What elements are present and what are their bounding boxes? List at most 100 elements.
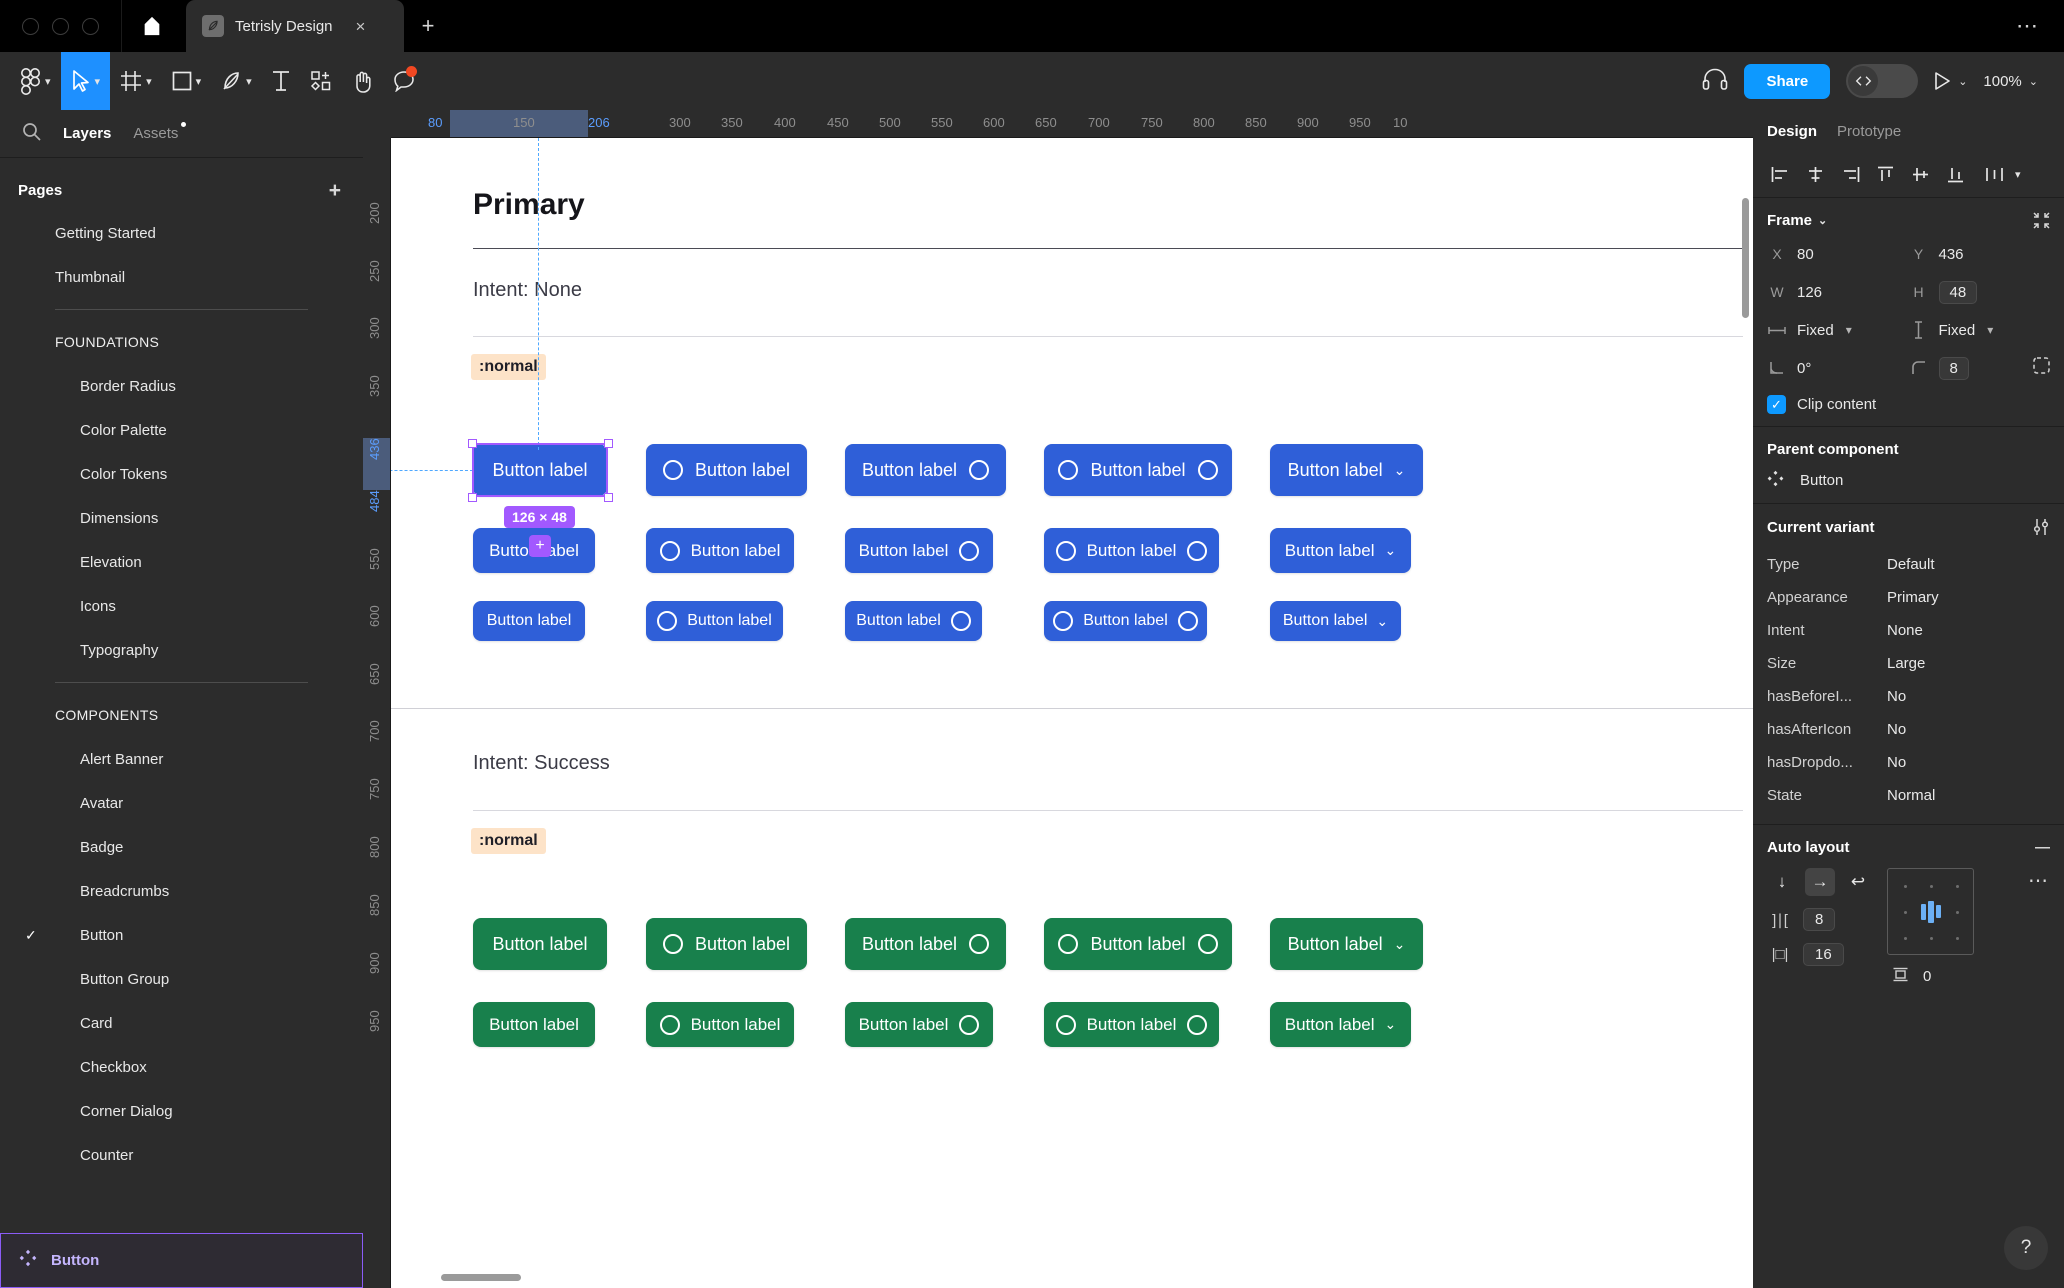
horizontal-resize-field[interactable]: Fixed ▾ <box>1767 317 1909 343</box>
button-success-large-both-icons[interactable]: Button label <box>1044 918 1232 970</box>
zoom-control[interactable]: 100% ⌄ <box>1983 73 2038 90</box>
collapse-icon[interactable] <box>2033 212 2050 229</box>
variant-property-row[interactable]: Size Large <box>1767 647 2050 680</box>
figma-menu-button[interactable]: ▾ <box>0 52 61 110</box>
auto-layout-alignment-picker[interactable]: 0 <box>1887 868 1974 986</box>
close-window-button[interactable] <box>22 17 39 35</box>
vertical-scrollbar[interactable] <box>1742 198 1749 318</box>
vertical-resize-field[interactable]: Fixed ▾ <box>1909 317 2051 343</box>
variant-property-row[interactable]: Appearance Primary <box>1767 581 2050 614</box>
vertical-padding-field[interactable]: 0 <box>1887 967 1974 986</box>
sidebar-item-border-radius[interactable]: Border Radius <box>0 364 363 408</box>
button-primary-small-before-icon[interactable]: Button label <box>646 601 783 641</box>
sidebar-item-button[interactable]: ✓ Button <box>0 913 363 957</box>
corner-radius-field[interactable]: 8 <box>1909 355 2051 381</box>
variant-property-row[interactable]: State Normal <box>1767 779 2050 812</box>
alignment-grid[interactable] <box>1887 868 1974 955</box>
sidebar-item-breadcrumbs[interactable]: Breadcrumbs <box>0 869 363 913</box>
search-icon[interactable] <box>22 122 41 146</box>
sidebar-item-alert-banner[interactable]: Alert Banner <box>0 737 363 781</box>
variant-property-row[interactable]: hasAfterIcon No <box>1767 713 2050 746</box>
tab-prototype[interactable]: Prototype <box>1837 123 1901 140</box>
align-right-icon[interactable] <box>1835 160 1865 190</box>
width-field[interactable]: W 126 <box>1767 279 1909 305</box>
parent-component-row[interactable]: Button <box>1767 470 2050 491</box>
sidebar-item-color-tokens[interactable]: Color Tokens <box>0 452 363 496</box>
window-traffic-lights[interactable] <box>0 17 99 35</box>
align-vertical-center-icon[interactable] <box>1905 160 1935 190</box>
distribute-icon[interactable] <box>1979 160 2009 190</box>
resize-handle-top-right[interactable] <box>604 439 613 448</box>
button-primary-large-before-icon[interactable]: Button label <box>646 444 807 496</box>
pen-tool-button[interactable]: ▾ <box>211 52 262 110</box>
actions-button[interactable] <box>300 52 342 110</box>
variant-settings-icon[interactable] <box>2032 518 2050 536</box>
button-primary-small-default[interactable]: Button label <box>473 601 585 641</box>
tab-design[interactable]: Design <box>1767 123 1817 140</box>
sidebar-item-counter[interactable]: Counter <box>0 1133 363 1177</box>
button-success-large-default[interactable]: Button label <box>473 918 607 970</box>
clip-content-row[interactable]: ✓ Clip content <box>1767 395 2050 414</box>
tab-layers[interactable]: Layers <box>63 125 111 142</box>
auto-layout-more-button[interactable]: ⋯ <box>2028 868 2050 893</box>
resize-handle-bottom-right[interactable] <box>604 493 613 502</box>
button-success-medium-default[interactable]: Button label <box>473 1002 595 1047</box>
variant-property-row[interactable]: Type Default <box>1767 548 2050 581</box>
chevron-down-icon[interactable]: ▾ <box>2015 168 2021 181</box>
resize-handle-top-left[interactable] <box>468 439 477 448</box>
share-button[interactable]: Share <box>1744 63 1831 99</box>
align-bottom-icon[interactable] <box>1940 160 1970 190</box>
move-tool-button[interactable]: ▾ <box>60 52 111 110</box>
canvas-area[interactable]: 80 150 206 300 350 400 450 500 550 600 650 700 750 80… <box>363 110 1753 1288</box>
sidebar-item-corner-dialog[interactable]: Corner Dialog <box>0 1089 363 1133</box>
button-primary-medium-both-icons[interactable]: Button label <box>1044 528 1219 573</box>
design-page[interactable]: Primary Intent: None :normal Button labe… <box>391 138 1753 1288</box>
independent-corners-icon[interactable] <box>2033 357 2050 379</box>
sidebar-item-elevation[interactable]: Elevation <box>0 540 363 584</box>
align-horizontal-center-icon[interactable] <box>1800 160 1830 190</box>
direction-wrap-button[interactable]: ↩ <box>1843 868 1873 896</box>
height-field[interactable]: H 48 <box>1909 279 2051 305</box>
button-primary-medium-dropdown[interactable]: Button label ⌄ <box>1270 528 1411 573</box>
horizontal-padding-field[interactable]: |□| 16 <box>1767 943 1873 966</box>
button-primary-medium-before-icon[interactable]: Button label <box>646 528 794 573</box>
direction-horizontal-button[interactable]: → <box>1805 868 1835 896</box>
sidebar-item-checkbox[interactable]: Checkbox <box>0 1045 363 1089</box>
window-menu-button[interactable]: ⋯ <box>2016 13 2064 39</box>
button-primary-small-both-icons[interactable]: Button label <box>1044 601 1207 641</box>
button-primary-small-dropdown[interactable]: Button label ⌄ <box>1270 601 1401 641</box>
shape-tool-button[interactable]: ▾ <box>162 52 212 110</box>
variant-property-row[interactable]: Intent None <box>1767 614 2050 647</box>
variant-property-row[interactable]: hasBeforeI... No <box>1767 680 2050 713</box>
tab-assets[interactable]: Assets <box>133 122 187 142</box>
chevron-down-icon[interactable]: ⌄ <box>1818 214 1827 227</box>
frame-tool-button[interactable]: ▾ <box>110 52 162 110</box>
align-left-icon[interactable] <box>1765 160 1795 190</box>
clip-content-checkbox[interactable]: ✓ <box>1767 395 1786 414</box>
maximize-window-button[interactable] <box>82 17 99 35</box>
button-success-medium-after-icon[interactable]: Button label <box>845 1002 993 1047</box>
button-primary-large-dropdown[interactable]: Button label ⌄ <box>1270 444 1423 496</box>
sidebar-item-getting-started[interactable]: Getting Started <box>0 211 363 255</box>
button-primary-small-after-icon[interactable]: Button label <box>845 601 982 641</box>
x-field[interactable]: X 80 <box>1767 241 1909 267</box>
direction-vertical-button[interactable]: ↓ <box>1767 868 1797 896</box>
comment-tool-button[interactable] <box>383 52 426 110</box>
align-top-icon[interactable] <box>1870 160 1900 190</box>
minimize-window-button[interactable] <box>52 17 69 35</box>
sidebar-item-avatar[interactable]: Avatar <box>0 781 363 825</box>
gap-field[interactable]: ]∣[ 8 <box>1767 908 1873 931</box>
hand-tool-button[interactable] <box>342 52 383 110</box>
button-success-medium-dropdown[interactable]: Button label ⌄ <box>1270 1002 1411 1047</box>
horizontal-scrollbar[interactable] <box>441 1274 521 1281</box>
audio-button[interactable] <box>1702 67 1728 96</box>
y-field[interactable]: Y 436 <box>1909 241 2051 267</box>
button-success-large-dropdown[interactable]: Button label ⌄ <box>1270 918 1423 970</box>
present-button[interactable]: ⌄ <box>1934 72 1967 90</box>
resize-handle-bottom-left[interactable] <box>468 493 477 502</box>
sidebar-item-card[interactable]: Card <box>0 1001 363 1045</box>
new-tab-button[interactable]: + <box>404 0 452 52</box>
rotation-field[interactable]: 0° <box>1767 355 1909 381</box>
home-button[interactable] <box>122 0 182 52</box>
file-tab[interactable]: Tetrisly Design × <box>186 0 404 52</box>
